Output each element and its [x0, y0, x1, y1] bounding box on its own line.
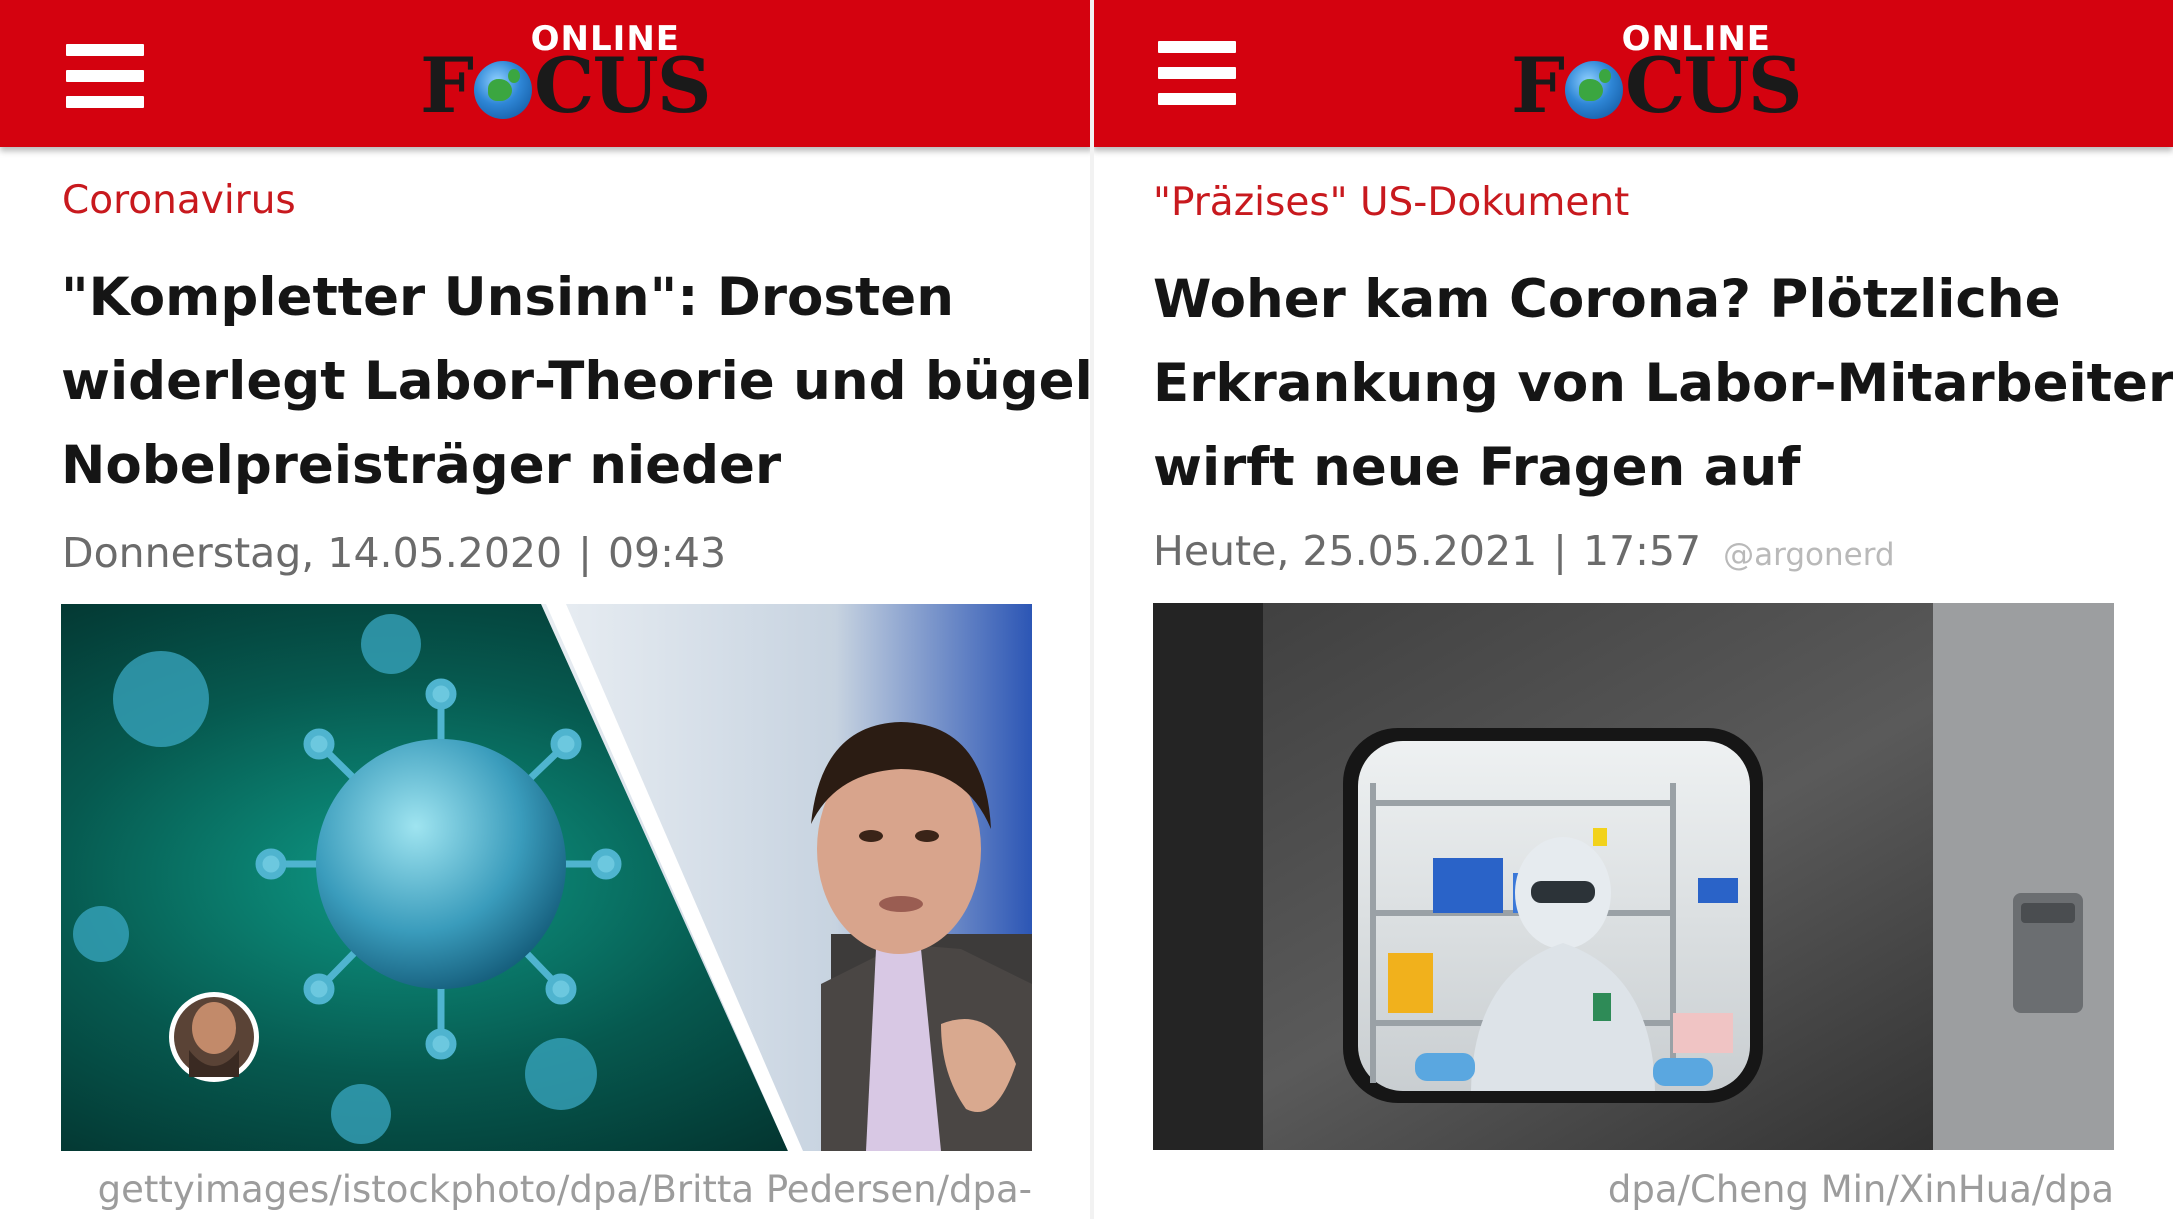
globe-icon: [473, 61, 532, 119]
article-date: Heute, 25.05.2021: [1153, 527, 1538, 575]
article-panel-right: ONLINE F CUS "Präzises" US-Dokument Woher…: [1093, 0, 2173, 1219]
article-time: 09:43: [607, 529, 727, 577]
screenshot-composite: ONLINE F CUS Coronavirus "Kompletter Unsi…: [0, 0, 2173, 1219]
article-panel-left: ONLINE F CUS Coronavirus "Kompletter Unsi…: [0, 0, 1093, 1219]
article-dateline: Donnerstag, 14.05.2020 | 09:43: [62, 529, 726, 577]
article-kicker[interactable]: Coronavirus: [62, 178, 296, 223]
article-date: Donnerstag, 14.05.2020: [62, 529, 563, 577]
article-dateline: Heute, 25.05.2021 | 17:57 @argonerd: [1153, 527, 1895, 575]
watermark-handle: @argonerd: [1723, 537, 1895, 573]
site-header: ONLINE F CUS: [0, 0, 1093, 147]
hamburger-menu-icon[interactable]: [66, 44, 144, 108]
panel-divider: [1090, 0, 1094, 1219]
photo-credit: gettyimages/istockphoto/dpa/Britta Peder…: [97, 1168, 1032, 1211]
hamburger-menu-icon[interactable]: [1158, 41, 1236, 105]
site-header: ONLINE F CUS: [1093, 0, 2173, 147]
logo-focus-wordmark: F CUS: [1511, 41, 1803, 130]
article-headline[interactable]: "Kompletter Unsinn": Drosten widerlegt L…: [61, 256, 1093, 508]
coronavirus-and-scientist-photo: [61, 604, 1032, 1151]
globe-icon: [1564, 61, 1623, 119]
author-avatar-icon: [169, 992, 259, 1082]
focus-online-logo[interactable]: ONLINE F CUS: [420, 20, 712, 130]
article-time: 17:57: [1582, 527, 1702, 575]
photo-credit: dpa/Cheng Min/XinHua/dpa: [1607, 1168, 2114, 1211]
logo-focus-wordmark: F CUS: [420, 41, 712, 130]
dateline-separator: |: [1553, 527, 1567, 575]
dateline-separator: |: [578, 529, 592, 577]
article-headline[interactable]: Woher kam Corona? Plötzliche Erkrankung …: [1153, 258, 2173, 510]
focus-online-logo[interactable]: ONLINE F CUS: [1511, 20, 1803, 130]
lab-worker-photo: [1153, 603, 2114, 1150]
article-photo[interactable]: [61, 604, 1032, 1151]
article-photo[interactable]: [1153, 603, 2114, 1150]
article-kicker[interactable]: "Präzises" US-Dokument: [1153, 180, 1629, 225]
